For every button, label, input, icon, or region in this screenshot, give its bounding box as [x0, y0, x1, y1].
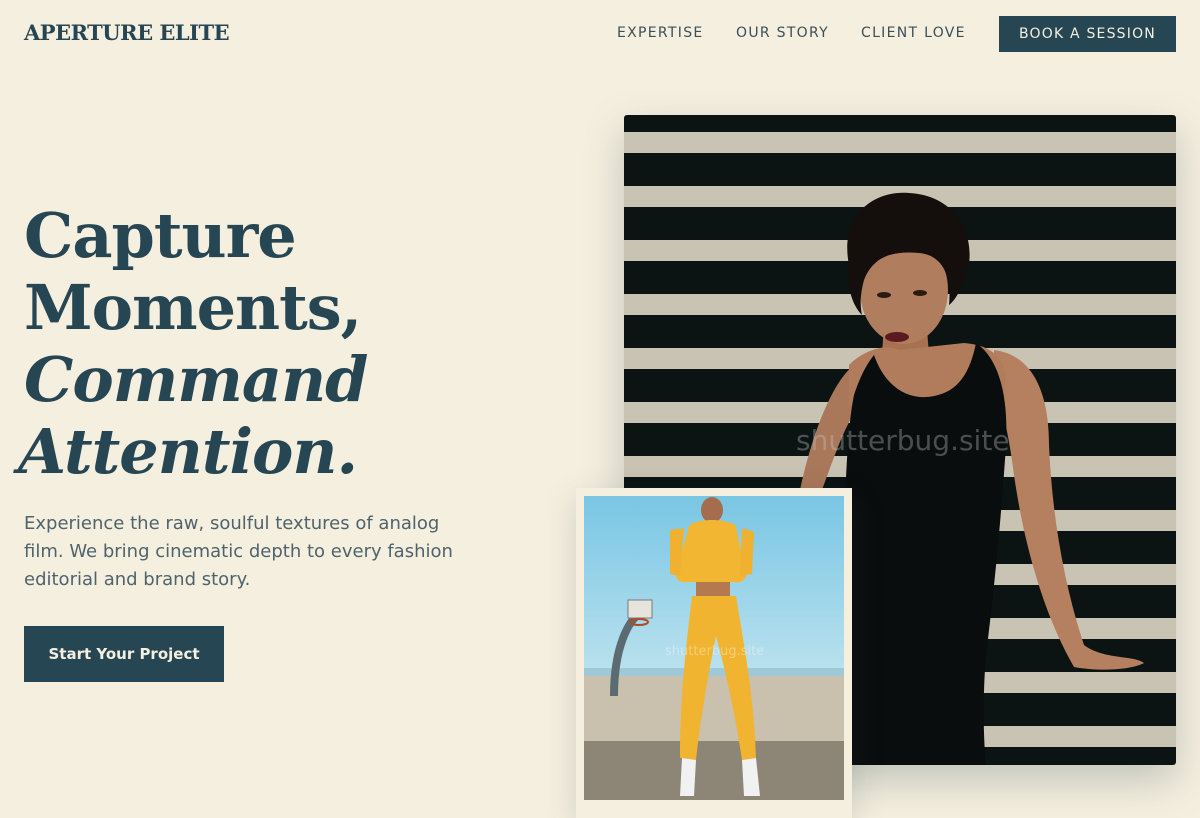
brand-logo[interactable]: APERTURE ELITE — [24, 20, 230, 45]
yellow-outfit-scene — [584, 496, 844, 800]
book-session-button[interactable]: BOOK A SESSION — [999, 16, 1176, 52]
hero-title-line-1: Capture — [24, 199, 297, 272]
secondary-fashion-photo — [584, 496, 844, 800]
hero-title-line-3: Command — [24, 343, 369, 416]
hero-title-line-2: Moments, — [24, 271, 362, 344]
nav-link-our-story[interactable]: OUR STORY — [736, 25, 829, 41]
hero-subtitle: Experience the raw, soulful textures of … — [24, 513, 453, 590]
nav-link-client-love[interactable]: CLIENT LOVE — [861, 25, 966, 41]
hero-title: Capture Moments, Command Attention. — [18, 199, 584, 488]
nav-link-expertise[interactable]: EXPERTISE — [617, 25, 704, 41]
hero-title-line-4: Attention. — [18, 415, 358, 488]
start-project-button[interactable]: Start Your Project — [24, 626, 224, 682]
